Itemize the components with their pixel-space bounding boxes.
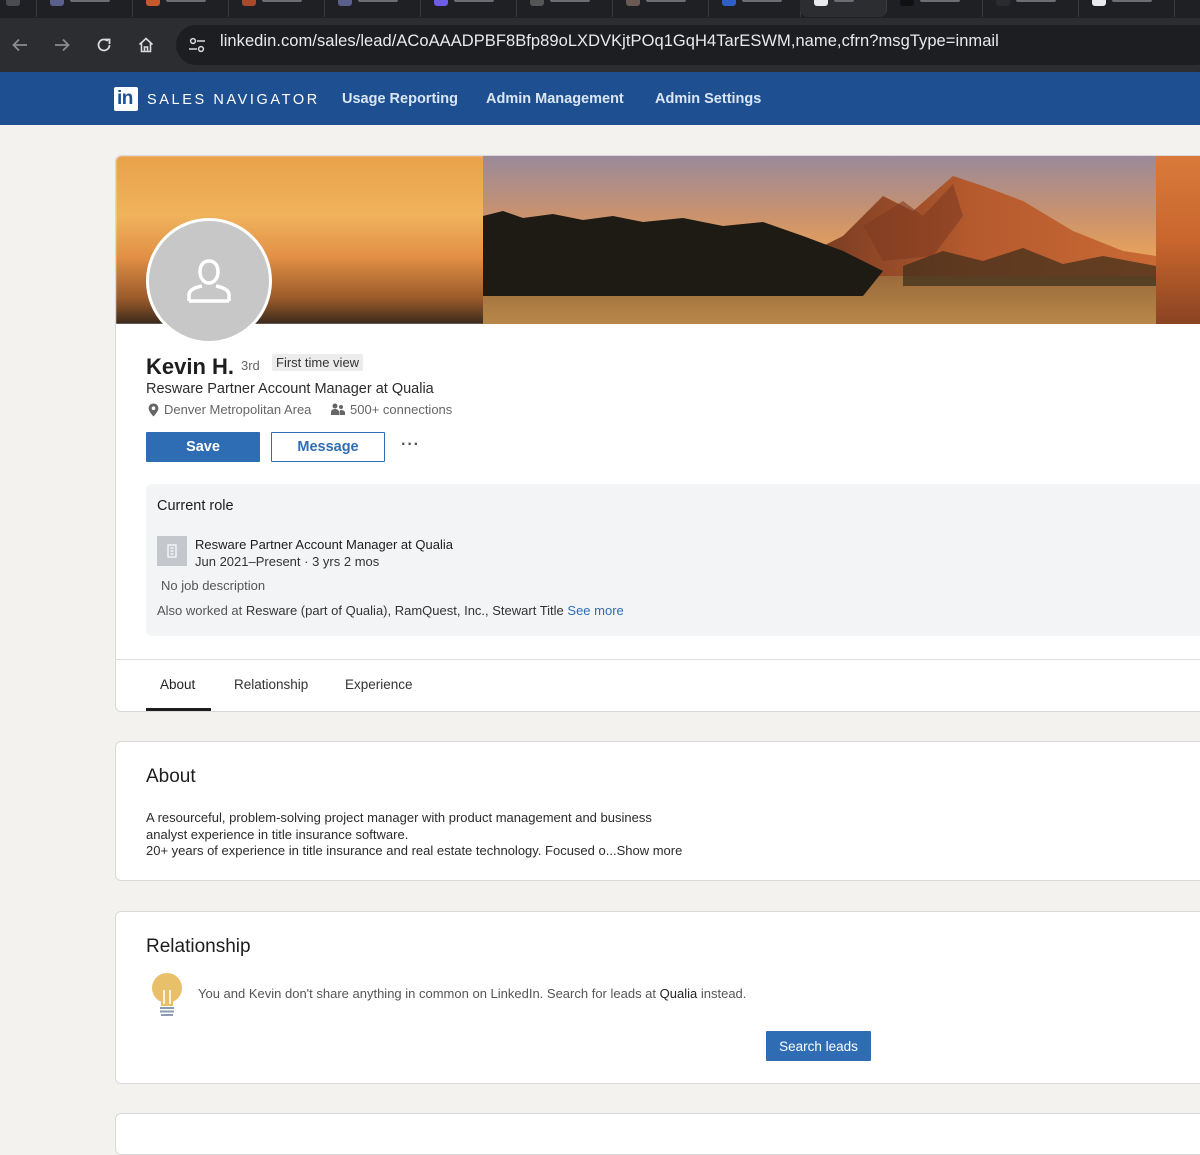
person-placeholder-icon <box>187 259 231 303</box>
relationship-text: You and Kevin don't share anything in co… <box>198 986 747 1001</box>
current-role-heading: Current role <box>157 498 234 514</box>
people-icon <box>331 403 345 415</box>
browser-tab[interactable] <box>612 0 709 17</box>
home-button[interactable] <box>132 32 160 58</box>
relationship-section: Relationship You and Kevin don't share a… <box>115 911 1200 1084</box>
browser-tab[interactable] <box>708 0 801 17</box>
browser-tab-active[interactable] <box>800 0 887 17</box>
tab-about[interactable]: About <box>160 677 195 692</box>
next-section <box>115 1113 1200 1155</box>
nav-admin-settings[interactable]: Admin Settings <box>655 91 761 107</box>
first-time-view-badge: First time view <box>272 354 364 371</box>
message-button[interactable]: Message <box>271 432 385 462</box>
connection-degree: 3rd <box>241 358 260 373</box>
also-worked-at: Also worked at Resware (part of Qualia),… <box>157 603 624 618</box>
browser-tab[interactable] <box>36 0 133 17</box>
location-pin-icon <box>148 403 159 416</box>
profile-card: Kevin H. 3rd First time view Resware Par… <box>115 155 1200 712</box>
browser-tab[interactable] <box>420 0 517 17</box>
app-nav-bar: in SALES NAVIGATOR Usage Reporting Admin… <box>0 72 1200 125</box>
location-text: Denver Metropolitan Area <box>164 402 312 417</box>
company-link[interactable]: Qualia <box>660 986 698 1001</box>
current-role-section: Current role Resware Partner Account Man… <box>146 484 1200 636</box>
arrow-right-icon <box>55 38 70 52</box>
browser-toolbar: linkedin.com/sales/lead/ACoAAADPBF8Bfp89… <box>0 18 1200 72</box>
see-more-link[interactable]: See more <box>567 603 623 618</box>
about-text: A resourceful, problem-solving project m… <box>146 810 683 858</box>
active-tab-indicator <box>146 708 211 711</box>
browser-tab[interactable] <box>228 0 325 17</box>
browser-tab[interactable] <box>982 0 1079 17</box>
reload-button[interactable] <box>90 32 118 58</box>
arrow-left-icon <box>12 38 27 52</box>
forward-button[interactable] <box>48 32 76 58</box>
profile-tabs: About Relationship Experience <box>116 659 1200 712</box>
about-heading: About <box>146 766 196 787</box>
tab-relationship[interactable]: Relationship <box>234 677 308 692</box>
avatar[interactable] <box>146 218 272 344</box>
nav-usage-reporting[interactable]: Usage Reporting <box>342 91 458 107</box>
position-title[interactable]: Resware Partner Account Manager at Quali… <box>195 537 453 552</box>
browser-tab[interactable] <box>132 0 229 17</box>
reload-icon <box>97 38 111 52</box>
company-logo[interactable] <box>157 536 187 566</box>
about-section: About A resourceful, problem-solving pro… <box>115 741 1200 881</box>
tab-experience[interactable]: Experience <box>345 677 413 692</box>
browser-tab[interactable] <box>516 0 613 17</box>
lightbulb-icon <box>152 973 182 1016</box>
home-icon <box>138 37 154 53</box>
url-text[interactable]: linkedin.com/sales/lead/ACoAAADPBF8Bfp89… <box>220 32 999 51</box>
building-icon <box>167 544 177 558</box>
connections-text: 500+ connections <box>350 402 453 417</box>
past-companies: Resware (part of Qualia), RamQuest, Inc.… <box>245 603 564 618</box>
relationship-heading: Relationship <box>146 936 251 957</box>
lead-name: Kevin H. <box>146 354 235 379</box>
browser-tab[interactable] <box>324 0 421 17</box>
banner-mountain-image <box>483 156 1156 324</box>
job-description: No job description <box>161 578 266 593</box>
browser-tab[interactable] <box>886 0 983 17</box>
save-button[interactable]: Save <box>146 432 260 462</box>
location: Denver Metropolitan Area <box>148 402 311 417</box>
nav-admin-management[interactable]: Admin Management <box>486 91 624 107</box>
back-button[interactable] <box>6 32 34 58</box>
show-more-link[interactable]: Show more <box>617 843 683 858</box>
lead-headline: Resware Partner Account Manager at Quali… <box>146 381 434 397</box>
profile-banner <box>116 156 1200 324</box>
site-info-icon[interactable] <box>186 34 208 56</box>
connections: 500+ connections <box>331 402 452 417</box>
brand-name[interactable]: SALES NAVIGATOR <box>147 92 320 108</box>
more-actions-button[interactable]: ··· <box>401 436 420 454</box>
browser-tab[interactable] <box>0 0 37 17</box>
browser-tab[interactable] <box>1078 0 1175 17</box>
position-dates: Jun 2021–Present · 3 yrs 2 mos <box>195 554 380 569</box>
linkedin-logo-icon[interactable]: in <box>114 87 138 111</box>
search-leads-button[interactable]: Search leads <box>766 1031 871 1061</box>
browser-tab-strip <box>0 0 1200 18</box>
